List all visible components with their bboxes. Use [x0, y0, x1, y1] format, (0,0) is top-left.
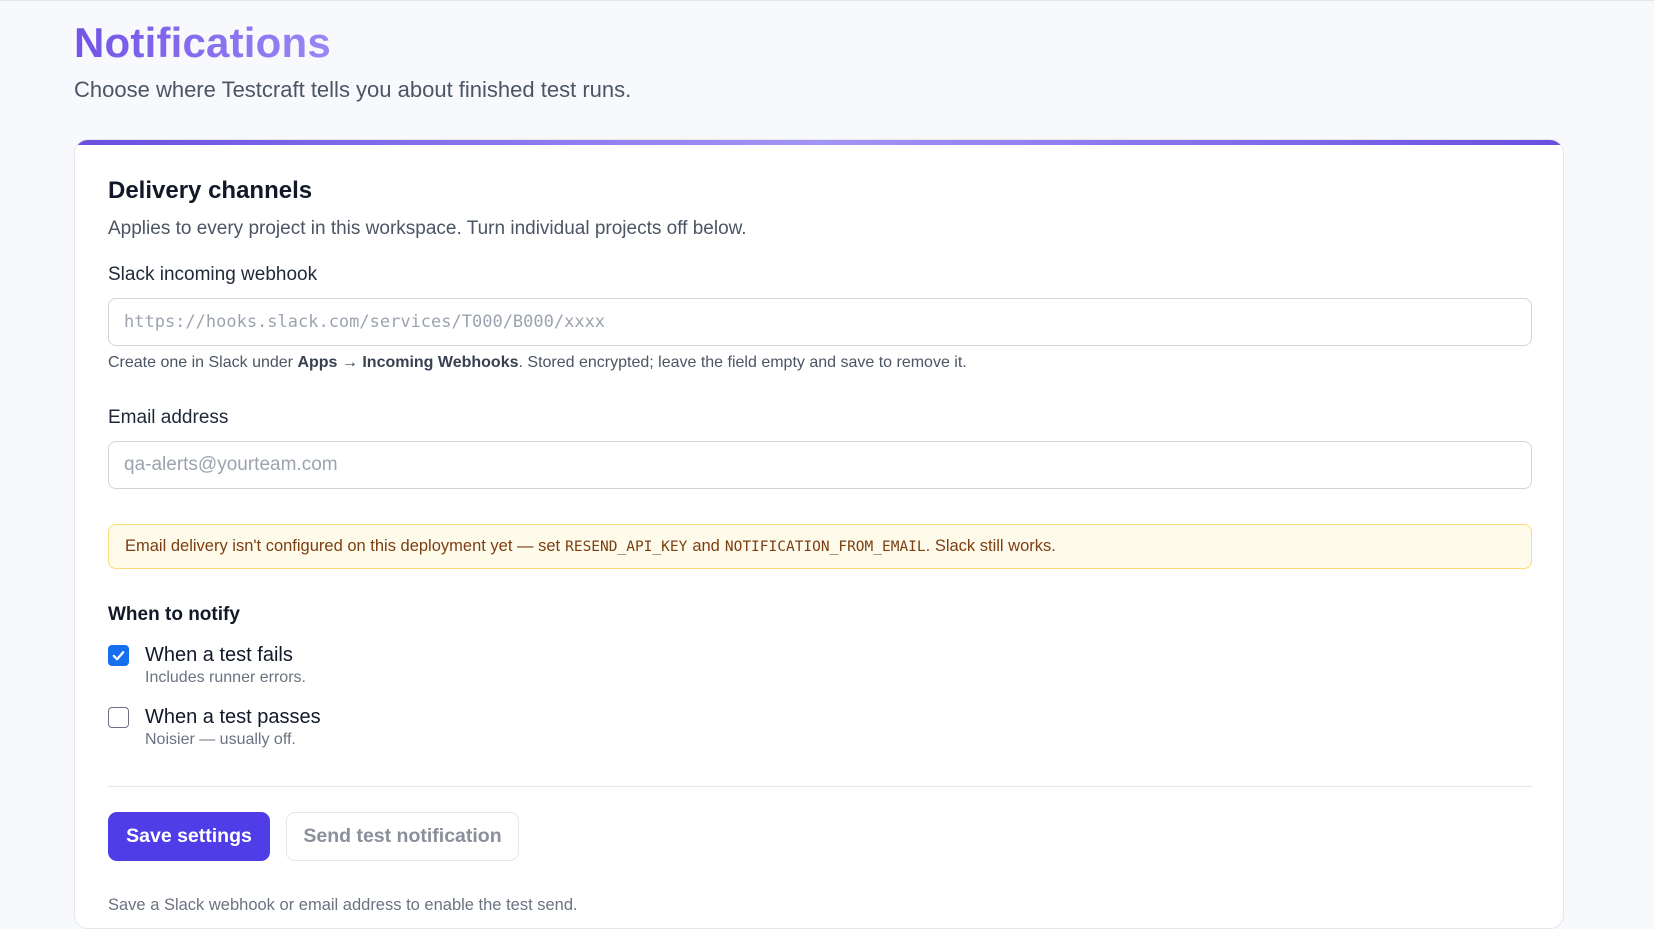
warning-joiner: and — [692, 537, 720, 555]
slack-help-path: Apps → Incoming Webhooks — [297, 354, 519, 371]
actions-divider — [108, 786, 1532, 787]
test-send-footnote: Save a Slack webhook or email address to… — [108, 896, 578, 914]
slack-webhook-help: Create one in Slack under Apps → Incomin… — [108, 352, 967, 374]
warning-prefix: Email delivery isn't configured on this … — [125, 537, 561, 555]
slack-webhook-input[interactable] — [108, 298, 1532, 346]
email-config-warning: Email delivery isn't configured on this … — [108, 524, 1532, 569]
checkmark-icon — [112, 651, 125, 661]
slack-help-suffix: . Stored encrypted; leave the field empt… — [518, 354, 967, 371]
send-test-notification-button[interactable]: Send test notification — [286, 812, 519, 861]
email-address-input[interactable] — [108, 441, 1532, 489]
card-accent-bar — [75, 140, 1563, 145]
warning-key-from-email: NOTIFICATION_FROM_EMAIL — [724, 538, 926, 555]
page-title: Notifications — [74, 17, 331, 69]
slack-help-prefix: Create one in Slack under — [108, 354, 298, 371]
notify-on-pass-text: When a test passes Noisier — usually off… — [145, 704, 321, 750]
when-to-notify-title: When to notify — [108, 604, 240, 625]
notify-on-fail-checkbox[interactable] — [108, 645, 129, 666]
notify-on-fail-text: When a test fails Includes runner errors… — [145, 642, 306, 688]
notify-on-pass-hint: Noisier — usually off. — [145, 731, 296, 748]
save-settings-button[interactable]: Save settings — [108, 812, 270, 861]
page-subtitle: Choose where Testcraft tells you about f… — [74, 77, 632, 102]
notify-on-fail-label[interactable]: When a test fails — [145, 642, 306, 668]
notifications-page: Notifications Choose where Testcraft tel… — [0, 1, 1654, 929]
notify-on-pass-label[interactable]: When a test passes — [145, 704, 321, 730]
delivery-channels-card: Delivery channels Applies to every proje… — [74, 139, 1564, 929]
notify-on-pass-checkbox[interactable] — [108, 707, 129, 728]
notify-on-fail-hint: Includes runner errors. — [145, 669, 306, 686]
warning-suffix: . Slack still works. — [925, 537, 1056, 555]
email-address-label: Email address — [108, 407, 229, 428]
section-description: Applies to every project in this workspa… — [108, 218, 747, 239]
notify-on-pass-option[interactable]: When a test passes Noisier — usually off… — [108, 704, 321, 750]
notify-on-fail-option[interactable]: When a test fails Includes runner errors… — [108, 642, 306, 688]
warning-key-resend: RESEND_API_KEY — [565, 538, 688, 555]
section-title: Delivery channels — [108, 177, 313, 204]
slack-webhook-label: Slack incoming webhook — [108, 264, 318, 285]
